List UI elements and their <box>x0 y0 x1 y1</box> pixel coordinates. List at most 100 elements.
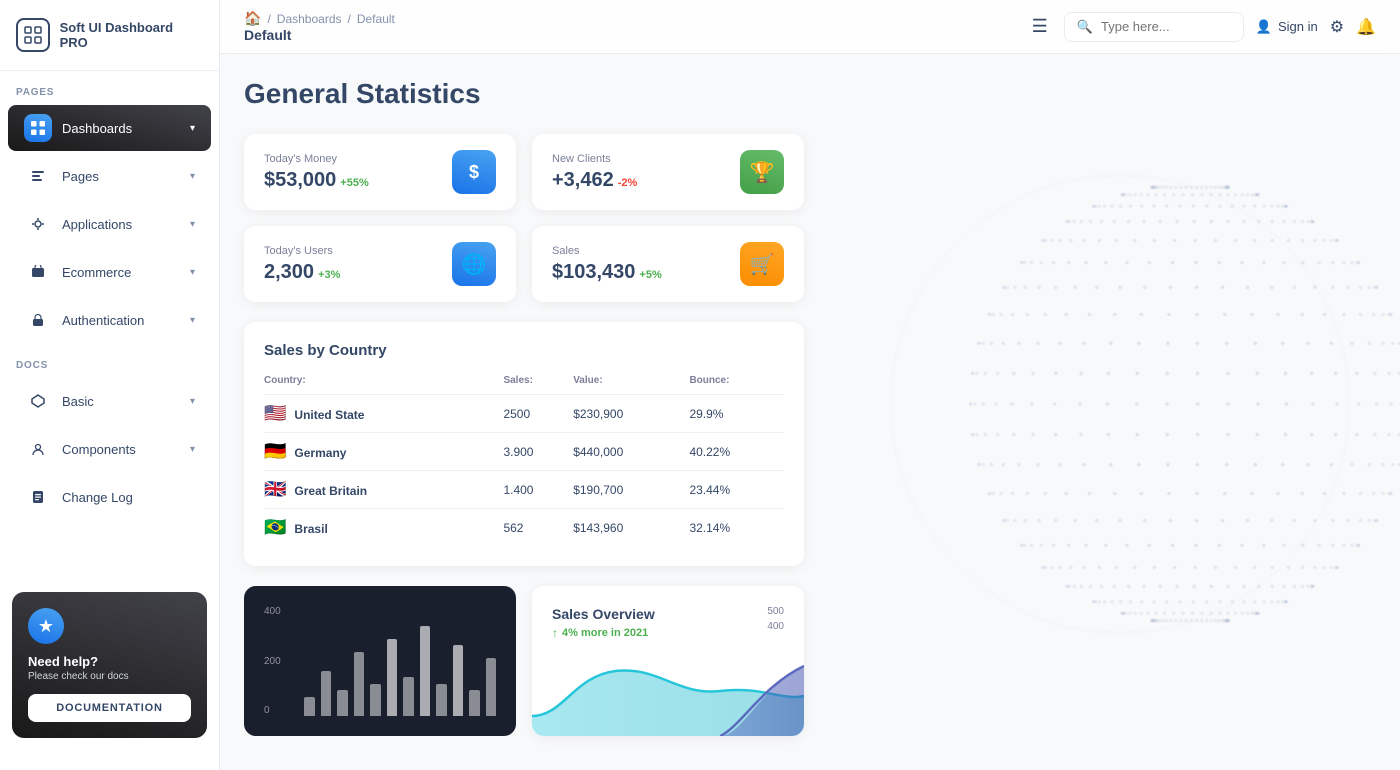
logo-text: Soft UI Dashboard PRO <box>60 20 203 50</box>
applications-arrow: ▾ <box>190 219 195 230</box>
need-help-title: Need help? <box>28 654 191 669</box>
breadcrumb-sep2: / <box>348 12 351 26</box>
y-label-0: 0 <box>264 705 281 716</box>
search-input[interactable] <box>1101 19 1231 34</box>
pages-arrow: ▾ <box>190 171 195 182</box>
stat-value-clients: +3,462 <box>552 169 614 192</box>
country-value-0: $230,900 <box>573 395 689 433</box>
country-bounce-3: 32.14% <box>689 509 784 547</box>
sidebar-item-components-label: Components <box>62 442 180 457</box>
country-sales-3: 562 <box>503 509 573 547</box>
sidebar-item-basic[interactable]: Basic ▾ <box>8 378 211 424</box>
country-flag-2: 🇬🇧 <box>264 479 286 499</box>
country-name-3: 🇧🇷Brasil <box>264 509 503 547</box>
bar-11 <box>486 658 497 716</box>
stat-info-money: Today's Money $53,000 +55% <box>264 153 369 192</box>
stat-card-sales: Sales $103,430 +5% 🛒 <box>532 226 804 302</box>
user-icon: 👤 <box>1256 19 1272 35</box>
bar-chart-card: 400 200 0 <box>244 586 516 736</box>
sidebar-item-applications[interactable]: Applications ▾ <box>8 201 211 247</box>
sales-overview-trend: 4% more in 2021 <box>562 627 648 639</box>
stat-label-clients: New Clients <box>552 153 637 165</box>
sidebar-item-ecommerce[interactable]: Ecommerce ▾ <box>8 249 211 295</box>
country-sales-0: 2500 <box>503 395 573 433</box>
sidebar-item-dashboards[interactable]: Dashboards ▾ <box>8 105 211 151</box>
bar-10 <box>469 690 480 716</box>
need-help-star-icon: ★ <box>28 608 64 644</box>
sidebar-item-changelog-label: Change Log <box>62 490 195 505</box>
bar-9 <box>453 645 464 716</box>
country-flag-0: 🇺🇸 <box>264 403 286 423</box>
stat-label-money: Today's Money <box>264 153 369 165</box>
sidebar-item-ecommerce-label: Ecommerce <box>62 265 180 280</box>
sidebar-item-components[interactable]: Components ▾ <box>8 426 211 472</box>
hamburger-button[interactable]: ☰ <box>1032 16 1048 37</box>
stat-icon-sales: 🛒 <box>740 242 784 286</box>
trophy-icon: 🏆 <box>750 160 775 185</box>
stat-label-users: Today's Users <box>264 245 340 257</box>
bar-4 <box>370 684 381 716</box>
country-bounce-1: 40.22% <box>689 433 784 471</box>
sidebar-item-changelog[interactable]: Change Log <box>8 474 211 520</box>
breadcrumb-wrap: 🏠 / Dashboards / Default Default <box>244 10 395 43</box>
main-content: 🏠 / Dashboards / Default Default ☰ 🔍 👤 S… <box>220 0 1400 770</box>
top-nav: 🏠 / Dashboards / Default Default ☰ 🔍 👤 S… <box>220 0 1400 54</box>
page-subtitle: Default <box>244 27 395 43</box>
bar-1 <box>321 671 332 716</box>
breadcrumb-default: Default <box>357 12 395 26</box>
country-flag-1: 🇩🇪 <box>264 441 286 461</box>
bar-3 <box>354 652 365 716</box>
content-area: /* dots generated inline */ .globe-dots-… <box>220 54 1400 770</box>
stat-change-users: +3% <box>318 269 340 281</box>
signin-button[interactable]: 👤 Sign in <box>1256 19 1318 35</box>
globe-icon: 🌐 <box>462 252 487 277</box>
country-bounce-2: 23.44% <box>689 471 784 509</box>
bar-5 <box>387 639 398 716</box>
topnav-right: 🔍 👤 Sign in ⚙ 🔔 <box>1064 12 1376 42</box>
globe-canvas <box>840 154 1400 654</box>
y-label-500: 500 <box>767 606 784 617</box>
bottom-row: 400 200 0 Sales Overview ↑ 4% more in 20… <box>244 586 804 736</box>
country-sales-1: 3.900 <box>503 433 573 471</box>
sidebar-item-authentication[interactable]: Authentication ▾ <box>8 297 211 343</box>
need-help-subtitle: Please check our docs <box>28 671 191 682</box>
stat-card-money: Today's Money $53,000 +55% $ <box>244 134 516 210</box>
settings-icon[interactable]: ⚙ <box>1330 17 1344 37</box>
country-table: Country: Sales: Value: Bounce: 🇺🇸United … <box>264 375 784 546</box>
authentication-arrow: ▾ <box>190 315 195 326</box>
stat-card-clients: New Clients +3,462 -2% 🏆 <box>532 134 804 210</box>
table-row: 🇧🇷Brasil 562 $143,960 32.14% <box>264 509 784 547</box>
ecommerce-arrow: ▾ <box>190 267 195 278</box>
bar-0 <box>304 697 315 716</box>
country-value-1: $440,000 <box>573 433 689 471</box>
need-help-box: ★ Need help? Please check our docs DOCUM… <box>12 592 207 738</box>
sidebar-item-authentication-label: Authentication <box>62 313 180 328</box>
stat-info-sales: Sales $103,430 +5% <box>552 245 662 284</box>
sidebar-item-basic-label: Basic <box>62 394 180 409</box>
y-label-400b: 400 <box>767 621 784 632</box>
breadcrumb: 🏠 / Dashboards / Default Default <box>244 10 1016 43</box>
dashboards-arrow: ▾ <box>190 123 195 134</box>
documentation-button[interactable]: DOCUMENTATION <box>28 694 191 722</box>
stats-grid: Today's Money $53,000 +55% $ New Clients… <box>244 134 804 302</box>
col-sales: Sales: <box>503 375 573 395</box>
stat-card-users: Today's Users 2,300 +3% 🌐 <box>244 226 516 302</box>
country-name-0: 🇺🇸United State <box>264 395 503 433</box>
stat-info-clients: New Clients +3,462 -2% <box>552 153 637 192</box>
y-label-400: 400 <box>264 606 281 617</box>
ecommerce-icon <box>24 258 52 286</box>
stat-info-users: Today's Users 2,300 +3% <box>264 245 340 284</box>
cart-icon: 🛒 <box>750 252 775 277</box>
stat-change-clients: -2% <box>618 177 638 189</box>
bell-icon[interactable]: 🔔 <box>1356 17 1376 37</box>
stat-change-money: +55% <box>340 177 368 189</box>
sidebar-item-applications-label: Applications <box>62 217 180 232</box>
country-value-3: $143,960 <box>573 509 689 547</box>
country-name-1: 🇩🇪Germany <box>264 433 503 471</box>
dashboards-icon <box>24 114 52 142</box>
col-value: Value: <box>573 375 689 395</box>
globe-visualization: /* dots generated inline */ .globe-dots-… <box>840 154 1400 654</box>
page-title: General Statistics <box>244 78 1376 110</box>
sidebar-item-dashboards-label: Dashboards <box>62 121 180 136</box>
sidebar-item-pages[interactable]: Pages ▾ <box>8 153 211 199</box>
